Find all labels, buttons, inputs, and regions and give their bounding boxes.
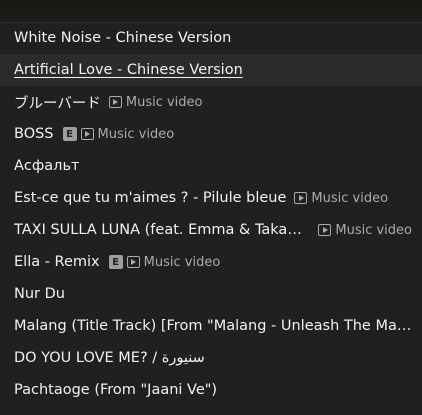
explicit-badge-icon: E <box>108 255 123 269</box>
music-video-label: Music video <box>311 190 389 206</box>
song-title[interactable]: Artificial Love - Chinese Version <box>14 62 243 78</box>
song-row[interactable]: Malang (Title Track) [From "Malang - Unl… <box>0 310 422 342</box>
play-box-icon <box>80 128 94 140</box>
song-row[interactable]: BOSS E Music video <box>0 118 422 150</box>
song-row[interactable]: TAXI SULLA LUNA (feat. Emma & Takagi & K… <box>0 214 422 246</box>
song-row[interactable]: Artificial Love - Chinese Version <box>0 54 422 86</box>
song-title[interactable]: BOSS <box>14 126 54 142</box>
song-row[interactable]: ブルーバード Music video <box>0 86 422 118</box>
song-title[interactable]: Асфальт <box>14 158 79 174</box>
song-title[interactable]: Est-ce que tu m'aimes ? - Pilule bleue <box>14 190 286 206</box>
song-row[interactable]: Ella - Remix E Music video <box>0 246 422 278</box>
song-row[interactable]: Nur Du <box>0 278 422 310</box>
song-title[interactable]: Ella - Remix <box>14 254 100 270</box>
song-title[interactable]: Pachtaoge (From "Jaani Ve") <box>14 382 217 398</box>
music-video-label: Music video <box>125 94 203 110</box>
play-box-icon <box>318 224 332 236</box>
play-box-icon <box>108 96 122 108</box>
top-strip <box>0 0 422 23</box>
music-video-label: Music video <box>97 126 175 142</box>
play-box-icon <box>126 256 140 268</box>
song-title[interactable]: Nur Du <box>14 286 65 302</box>
music-video-label: Music video <box>143 254 221 270</box>
song-title[interactable]: Malang (Title Track) [From "Malang - Unl… <box>14 318 412 334</box>
music-video-tag[interactable]: Music video <box>80 126 175 142</box>
music-video-tag[interactable]: Music video <box>318 223 412 238</box>
song-title[interactable]: TAXI SULLA LUNA (feat. Emma & Takagi & K… <box>14 222 310 238</box>
music-video-label: Music video <box>335 222 412 238</box>
explicit-badge-icon: E <box>62 127 77 141</box>
music-video-tag[interactable]: Music video <box>294 191 388 206</box>
song-title[interactable]: DO YOU LOVE ME? / سنيورة <box>14 350 205 366</box>
song-list: White Noise - Chinese Version Artificial … <box>0 22 422 406</box>
song-title[interactable]: White Noise - Chinese Version <box>14 30 231 46</box>
music-video-tag[interactable]: Music video <box>108 94 203 110</box>
song-row[interactable]: Асфальт <box>0 150 422 182</box>
song-row[interactable]: Pachtaoge (From "Jaani Ve") <box>0 374 422 406</box>
play-box-icon <box>294 192 308 204</box>
song-row[interactable]: White Noise - Chinese Version <box>0 22 422 54</box>
music-video-tag[interactable]: Music video <box>126 254 221 270</box>
song-title[interactable]: ブルーバード <box>14 92 101 113</box>
song-row[interactable]: Est-ce que tu m'aimes ? - Pilule bleue Mu… <box>0 182 422 214</box>
song-row[interactable]: DO YOU LOVE ME? / سنيورة <box>0 342 422 374</box>
